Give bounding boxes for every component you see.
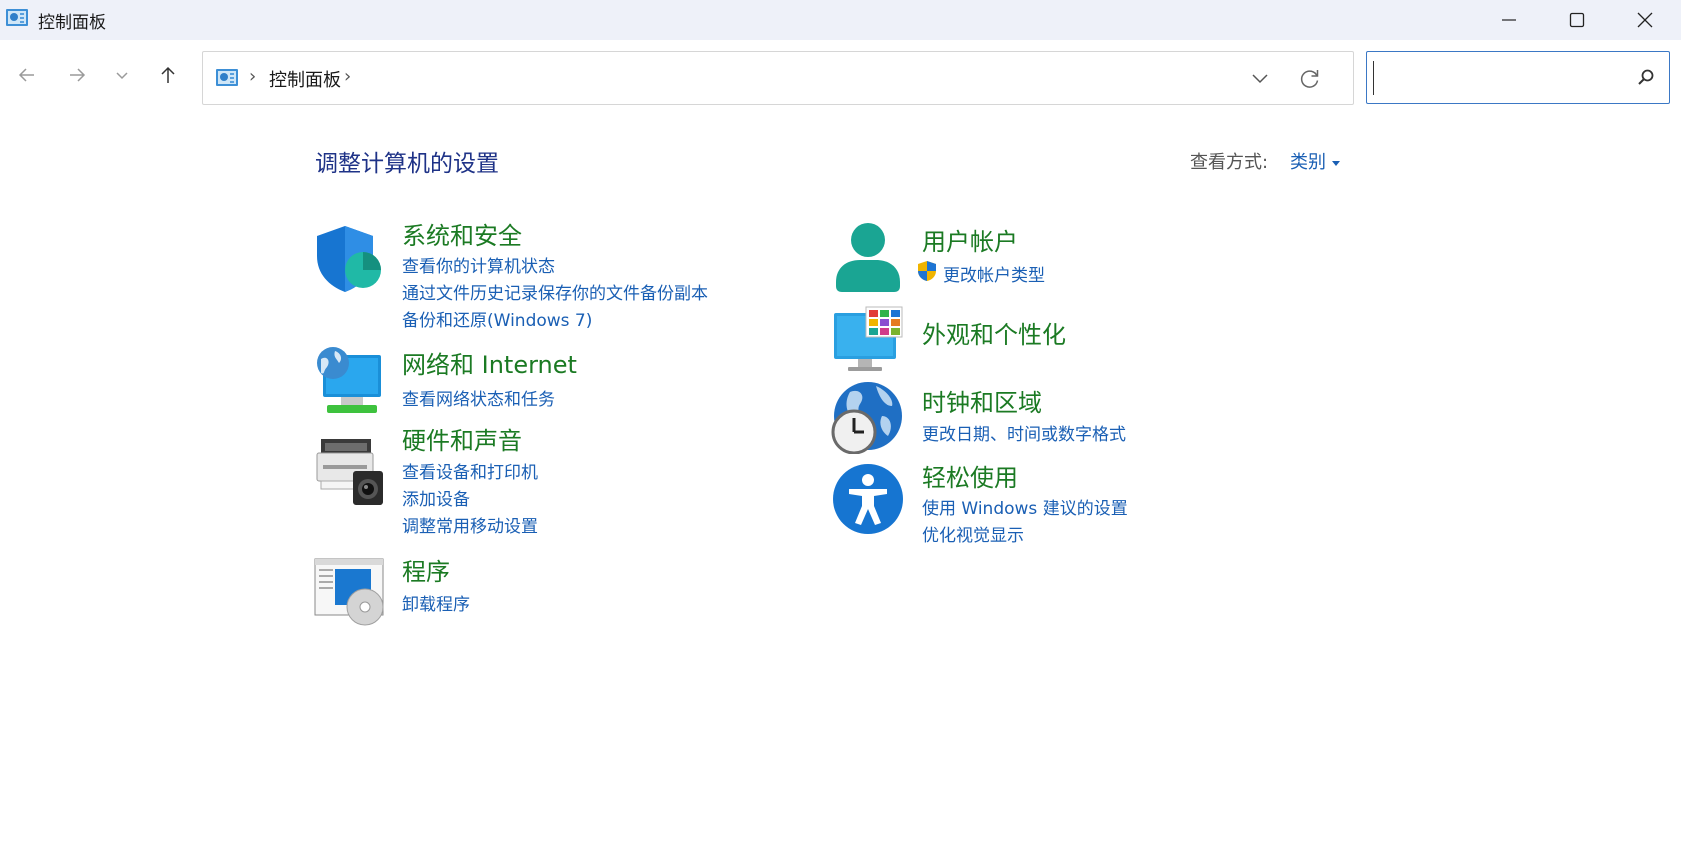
category-title-clock-region[interactable]: 时钟和区域 [922,383,1042,418]
control-panel-icon [216,69,238,86]
search-input[interactable] [1373,61,1628,95]
view-by-value: 类别 [1290,152,1326,173]
accessibility-icon[interactable] [832,463,904,535]
window-title: 控制面板 [38,13,106,33]
link-network-status[interactable]: 查看网络状态和任务 [402,385,555,410]
title-bar: 控制面板 [0,0,1681,40]
category-title-network-internet[interactable]: 网络和 Internet [402,345,577,380]
close-button[interactable] [1609,0,1681,40]
up-button[interactable] [150,57,186,93]
back-button[interactable] [9,57,45,93]
link-backup-restore[interactable]: 备份和还原(Windows 7) [402,306,592,331]
link-recommended-settings[interactable]: 使用 Windows 建议的设置 [922,494,1128,519]
link-view-computer-status[interactable]: 查看你的计算机状态 [402,252,555,277]
network-icon[interactable] [313,345,385,417]
control-panel-icon [6,9,28,26]
category-title-ease-of-access[interactable]: 轻松使用 [922,458,1018,493]
arrow-right-icon [70,68,86,82]
arrow-left-icon [18,68,34,82]
category-title-hardware-sound[interactable]: 硬件和声音 [402,421,522,456]
recent-locations-button[interactable] [104,57,140,93]
uac-shield-icon [918,261,936,281]
forward-button[interactable] [59,57,95,93]
programs-icon[interactable] [313,555,385,627]
arrow-up-icon [161,66,175,83]
link-optimize-visual-display[interactable]: 优化视觉显示 [922,521,1024,546]
shield-icon[interactable] [313,222,385,294]
refresh-button[interactable] [1296,64,1324,92]
link-uninstall-program[interactable]: 卸载程序 [402,590,470,615]
minimize-button[interactable] [1473,0,1545,40]
view-by-dropdown[interactable]: 类别 [1290,148,1340,174]
clock-globe-icon[interactable] [830,382,902,454]
page-title: 调整计算机的设置 [315,151,499,177]
link-change-account-type[interactable]: 更改帐户类型 [943,261,1045,286]
link-add-device[interactable]: 添加设备 [402,485,470,510]
search-box[interactable] [1366,51,1670,104]
appearance-icon[interactable] [832,305,904,377]
breadcrumb-separator[interactable]: › [249,66,256,87]
category-title-user-accounts[interactable]: 用户帐户 [922,222,1018,257]
maximize-button[interactable] [1541,0,1613,40]
breadcrumb-control-panel[interactable]: 控制面板 [269,66,341,92]
link-file-history[interactable]: 通过文件历史记录保存你的文件备份副本 [402,279,708,304]
link-devices-printers[interactable]: 查看设备和打印机 [402,458,538,483]
link-mobility-settings[interactable]: 调整常用移动设置 [402,512,538,537]
maximize-icon [1569,12,1585,28]
user-icon[interactable] [832,222,904,294]
chevron-down-icon [1252,74,1268,84]
chevron-down-icon [116,72,128,80]
search-icon[interactable] [1637,68,1655,86]
refresh-icon [1300,70,1319,88]
printer-icon[interactable] [313,435,385,507]
category-title-system-security[interactable]: 系统和安全 [402,216,522,251]
category-title-programs[interactable]: 程序 [402,552,450,587]
address-bar[interactable]: › 控制面板 › [202,51,1354,105]
link-date-time-format[interactable]: 更改日期、时间或数字格式 [922,420,1126,445]
minimize-icon [1502,19,1516,21]
category-title-appearance-personalization[interactable]: 外观和个性化 [922,315,1066,350]
view-by-label: 查看方式: [1190,152,1269,173]
address-history-button[interactable] [1246,64,1274,92]
close-icon [1637,12,1653,28]
breadcrumb-separator[interactable]: › [344,66,351,87]
caret-down-icon [1332,160,1340,166]
